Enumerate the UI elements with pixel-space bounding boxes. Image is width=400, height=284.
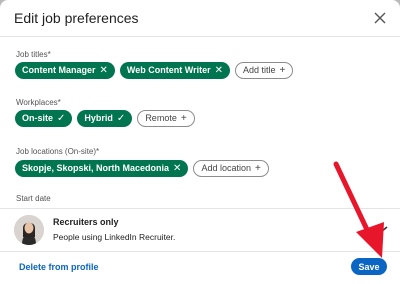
chip-web-content-writer[interactable]: Web Content Writer ✕	[119, 62, 230, 79]
audience-description: People using LinkedIn Recruiter.	[53, 232, 176, 242]
job-locations-chips: Skopje, Skopski, North Macedonia ✕ Add l…	[15, 160, 269, 177]
plus-icon: +	[180, 113, 187, 124]
remove-icon: ✕	[214, 65, 223, 76]
add-location-button[interactable]: Add location +	[193, 160, 269, 177]
check-icon: ✓	[116, 113, 126, 124]
add-title-label: Add title	[242, 65, 276, 75]
chip-content-manager[interactable]: Content Manager ✕	[15, 62, 115, 79]
close-icon	[374, 12, 386, 24]
audience-title: Recruiters only	[53, 217, 119, 227]
chip-on-site[interactable]: On-site ✓	[15, 110, 73, 127]
add-title-button[interactable]: Add title +	[234, 62, 294, 79]
avatar	[14, 215, 44, 245]
chip-hybrid[interactable]: Hybrid ✓	[77, 110, 133, 127]
chip-remote[interactable]: Remote +	[137, 110, 195, 127]
remove-icon: ✕	[99, 65, 108, 76]
chevron-down-icon[interactable]	[372, 222, 390, 236]
check-icon: ✓	[57, 113, 66, 124]
start-date-label: Start date	[16, 194, 51, 203]
modal-title: Edit job preferences	[14, 10, 139, 26]
close-button[interactable]	[370, 8, 390, 28]
chip-label: Hybrid	[84, 113, 113, 123]
remove-icon: ✕	[173, 163, 182, 174]
job-titles-label: Job titles*	[16, 50, 51, 59]
job-locations-label: Job locations (On-site)*	[16, 147, 100, 156]
chip-label: Web Content Writer	[126, 65, 211, 75]
add-location-label: Add location	[201, 163, 251, 173]
avatar-image	[14, 215, 44, 245]
chip-location-skopje[interactable]: Skopje, Skopski, North Macedonia ✕	[15, 160, 189, 177]
delete-from-profile-link[interactable]: Delete from profile	[19, 262, 99, 272]
job-titles-chips: Content Manager ✕ Web Content Writer ✕ A…	[15, 62, 294, 79]
chip-label: Content Manager	[22, 65, 96, 75]
audience-selector[interactable]	[0, 208, 400, 252]
edit-job-preferences-modal: Edit job preferences Job titles* Content…	[0, 0, 400, 284]
workplaces-label: Workplaces*	[16, 98, 61, 107]
plus-icon: +	[254, 163, 261, 174]
save-button[interactable]: Save	[351, 258, 387, 275]
workplaces-chips: On-site ✓ Hybrid ✓ Remote +	[15, 110, 195, 127]
plus-icon: +	[279, 65, 286, 76]
modal-header: Edit job preferences	[0, 0, 400, 37]
chip-label: On-site	[22, 113, 54, 123]
chip-label: Skopje, Skopski, North Macedonia	[22, 163, 170, 173]
chip-label: Remote	[145, 113, 177, 123]
